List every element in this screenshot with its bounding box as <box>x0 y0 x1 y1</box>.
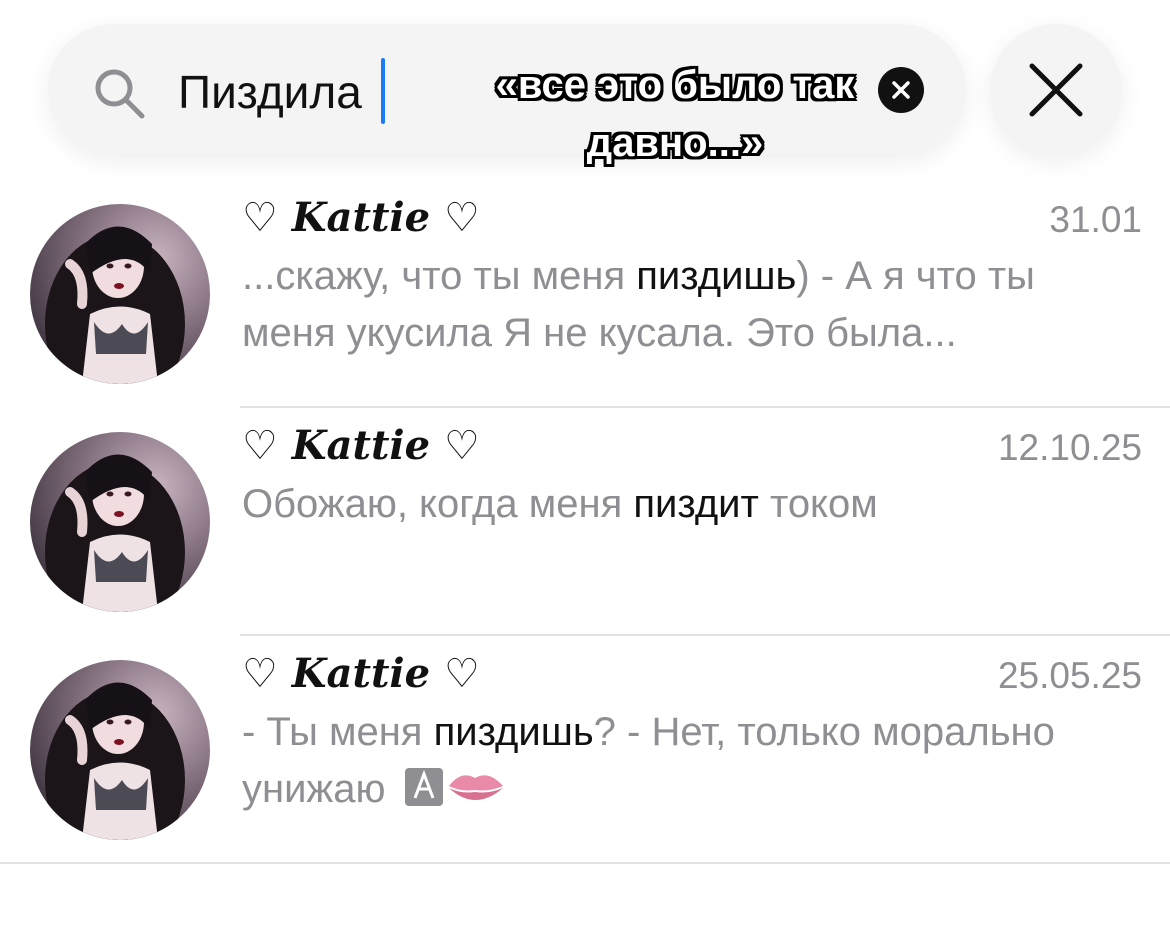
chat-result-row[interactable]: ♡ Kattie ♡ 31.01 ...скажу, что ты меня пиз… <box>0 180 1170 408</box>
search-match-highlight: пиздишь <box>433 710 594 754</box>
overlay-caption: «все это было так давно...» <box>495 63 855 165</box>
message-snippet: - Ты меня пиздишь? - Нет, только моральн… <box>242 704 1132 828</box>
message-snippet: ...скажу, что ты меня пиздишь) - А я что… <box>242 248 1132 362</box>
message-date: 31.01 <box>1049 199 1142 240</box>
row-divider <box>0 862 1170 864</box>
message-date: 25.05.25 <box>997 655 1142 696</box>
close-search-button[interactable] <box>990 24 1122 156</box>
avatar[interactable] <box>30 432 210 612</box>
close-icon <box>1029 63 1083 117</box>
avatar[interactable] <box>30 204 210 384</box>
message-snippet: Обожаю, когда меня пиздит током <box>242 476 1132 533</box>
kiss-lips-icon <box>403 762 509 828</box>
snippet-text-before: ...скажу, что ты меня <box>242 254 637 298</box>
search-icon <box>95 69 145 119</box>
search-match-highlight: пиздишь <box>636 254 797 298</box>
contact-name: ♡ Kattie ♡ <box>242 422 480 469</box>
contact-name: ♡ Kattie ♡ <box>242 194 480 241</box>
contact-name: ♡ Kattie ♡ <box>242 650 480 697</box>
search-input[interactable]: Пиздила <box>178 62 362 122</box>
snippet-text-after: током <box>758 482 878 526</box>
search-match-highlight: пиздит <box>633 482 759 526</box>
avatar[interactable] <box>30 660 210 840</box>
snippet-text-before: - Ты меня <box>242 710 434 754</box>
text-caret <box>381 58 385 124</box>
message-date: 12.10.25 <box>997 427 1142 468</box>
snippet-text-before: Обожаю, когда меня <box>242 482 634 526</box>
chat-result-row[interactable]: ♡ Kattie ♡ 25.05.25 - Ты меня пиздишь? - Н… <box>0 636 1170 864</box>
chat-result-row[interactable]: ♡ Kattie ♡ 12.10.25 Обожаю, когда меня пиз… <box>0 408 1170 636</box>
